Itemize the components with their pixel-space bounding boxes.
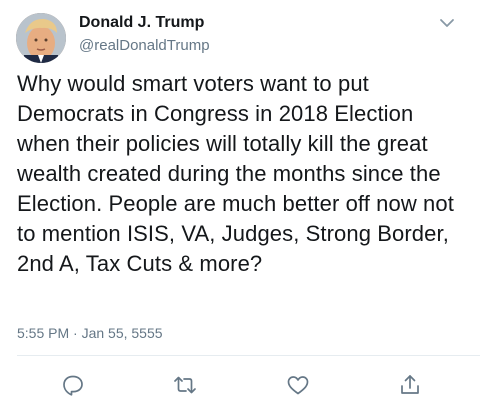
- tweet-text: Why would smart voters want to put Democ…: [17, 71, 454, 276]
- author-handle[interactable]: @realDonaldTrump: [79, 37, 210, 54]
- avatar[interactable]: [16, 13, 66, 63]
- retweet-icon[interactable]: [172, 372, 198, 398]
- divider: [17, 355, 480, 356]
- share-icon[interactable]: [397, 372, 423, 398]
- reply-icon[interactable]: [60, 372, 86, 398]
- action-bar: [0, 372, 480, 398]
- tweet-card: Donald J. Trump @realDonaldTrump Why wou…: [0, 0, 480, 410]
- tweet-timestamp[interactable]: 5:55 PM · Jan 55, 5555: [17, 325, 163, 341]
- author-display-name[interactable]: Donald J. Trump: [79, 14, 204, 32]
- chevron-down-icon[interactable]: [436, 14, 458, 32]
- heart-icon[interactable]: [285, 372, 311, 398]
- avatar-image: [16, 13, 66, 63]
